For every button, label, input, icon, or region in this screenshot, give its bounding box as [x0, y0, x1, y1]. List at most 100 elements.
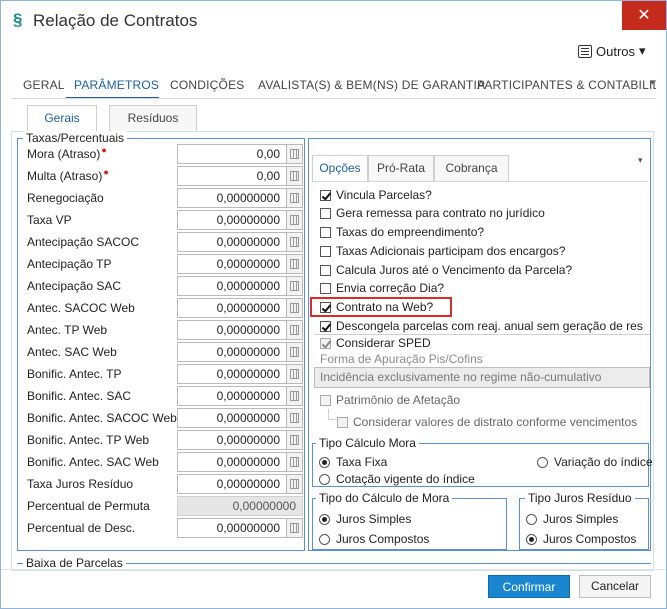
tab-participantes[interactable]: PARTICIPANTES & CONTABILIDADE [477, 78, 656, 92]
calculator-icon [290, 303, 299, 313]
calculator-icon [290, 215, 299, 225]
tab-cobranca[interactable]: Cobrança [434, 155, 509, 181]
confirm-button[interactable]: Confirmar [488, 575, 570, 598]
calculator-button[interactable] [286, 210, 303, 230]
taxa-juros-residuo-input[interactable]: 0,00000000 [177, 474, 287, 494]
taxa-vp-input[interactable]: 0,00000000 [177, 210, 287, 230]
radio-juros-compostos-residuo[interactable]: Juros Compostos [526, 530, 636, 548]
calculator-button[interactable] [286, 232, 303, 252]
calculator-button[interactable] [286, 166, 303, 186]
antec-tp-web-input[interactable]: 0,00000000 [177, 320, 287, 340]
renegociacao-input[interactable]: 0,00000000 [177, 188, 287, 208]
percentual-desc-input[interactable]: 0,00000000 [177, 518, 287, 538]
multa-input[interactable]: 0,00 [177, 166, 287, 186]
mora-input[interactable]: 0,00 [177, 144, 287, 164]
field-percentual-desc: Percentual de Desc. 0,00000000 [27, 518, 303, 538]
tree-line [328, 419, 336, 420]
bonific-antec-sac-input[interactable]: 0,00000000 [177, 386, 287, 406]
checkbox[interactable] [320, 337, 331, 349]
field-label: Renegociação [27, 191, 104, 205]
tab-condicoes[interactable]: CONDIÇÕES [170, 78, 244, 92]
calculator-button[interactable] [286, 342, 303, 362]
outros-menu-button[interactable]: Outros ▾ [578, 42, 646, 60]
bonific-antec-sacoc-web-input[interactable]: 0,00000000 [177, 408, 287, 428]
tab-geral[interactable]: GERAL [23, 78, 65, 92]
option-taxas-empreendimento[interactable]: Taxas do empreendimento? [320, 223, 484, 241]
option-taxas-adicionais[interactable]: Taxas Adicionais participam dos encargos… [320, 242, 565, 260]
radio-button[interactable] [319, 473, 330, 485]
radio-juros-compostos-mora[interactable]: Juros Compostos [319, 530, 429, 548]
calculator-button[interactable] [286, 144, 303, 164]
checkbox[interactable] [320, 282, 331, 294]
option-label: Calcula Juros até o Vencimento da Parcel… [336, 263, 573, 277]
option-patrimonio-afetacao[interactable]: Patrimônio de Afetação [320, 391, 460, 409]
close-window-button[interactable]: ✕ [622, 1, 666, 30]
checkbox[interactable] [320, 207, 331, 219]
antecipacao-sacoc-input[interactable]: 0,00000000 [177, 232, 287, 252]
calculator-button[interactable] [286, 320, 303, 340]
calculator-button[interactable] [286, 408, 303, 428]
calculator-button[interactable] [286, 188, 303, 208]
tab-opcoes[interactable]: Opções [312, 155, 368, 181]
option-gera-remessa[interactable]: Gera remessa para contrato no jurídico [320, 204, 545, 222]
option-descongela-parcelas[interactable]: Descongela parcelas com reaj. anual sem … [320, 317, 643, 335]
checkbox[interactable] [320, 226, 331, 238]
tab-pro-rata[interactable]: Pró-Rata [368, 155, 434, 181]
antec-sac-web-input[interactable]: 0,00000000 [177, 342, 287, 362]
bonific-antec-sac-web-input[interactable]: 0,00000000 [177, 452, 287, 472]
cancel-button[interactable]: Cancelar [579, 575, 651, 598]
calculator-button[interactable] [286, 474, 303, 494]
option-considerar-distrato[interactable]: Considerar valores de distrato conforme … [337, 413, 637, 431]
radio-button[interactable] [319, 456, 330, 468]
radio-button[interactable] [537, 456, 548, 468]
required-marker: ● [103, 167, 109, 177]
calculator-button[interactable] [286, 518, 303, 538]
calculator-button[interactable] [286, 254, 303, 274]
checkbox[interactable] [320, 245, 331, 257]
checkbox[interactable] [320, 320, 331, 332]
footer-divider [1, 569, 666, 570]
calculator-button[interactable] [286, 430, 303, 450]
tabs-scroll-icon[interactable]: ▾ [650, 77, 655, 88]
option-envia-correcao[interactable]: Envia correção Dia? [320, 279, 444, 297]
forma-apuracao-select[interactable]: Incidência exclusivamente no regime não-… [314, 367, 650, 388]
tab-parametros[interactable]: PARÂMETROS [74, 78, 159, 92]
tab-avalistas[interactable]: AVALISTA(S) & BEM(NS) DE GARANTIA [258, 78, 485, 92]
calculator-button[interactable] [286, 386, 303, 406]
radio-juros-simples-mora[interactable]: Juros Simples [319, 510, 411, 528]
calculator-button[interactable] [286, 298, 303, 318]
radio-button[interactable] [319, 513, 330, 525]
close-icon: ✕ [637, 7, 651, 24]
radio-button[interactable] [526, 513, 537, 525]
calculator-button[interactable] [286, 276, 303, 296]
active-tab-indicator [66, 97, 159, 98]
field-bonific-antec-sacoc-web: Bonific. Antec. SACOC Web 0,00000000 [27, 408, 303, 428]
tipo-do-calculo-mora-legend: Tipo do Cálculo de Mora [316, 491, 453, 505]
checkbox[interactable] [320, 189, 331, 201]
options-tabs-scroll-icon[interactable]: ▾ [638, 155, 643, 166]
radio-taxa-fixa[interactable]: Taxa Fixa [319, 453, 387, 471]
checkbox[interactable] [320, 394, 331, 406]
radio-button[interactable] [319, 533, 330, 545]
radio-variacao-indice[interactable]: Variação do índice [537, 453, 653, 471]
option-calcula-juros[interactable]: Calcula Juros até o Vencimento da Parcel… [320, 261, 572, 279]
antec-sacoc-web-input[interactable]: 0,00000000 [177, 298, 287, 318]
option-vincula-parcelas[interactable]: Vincula Parcelas? [320, 186, 432, 204]
tab-gerais[interactable]: Gerais [27, 105, 97, 131]
checkbox[interactable] [320, 264, 331, 276]
calculator-button[interactable] [286, 364, 303, 384]
antecipacao-sac-input[interactable]: 0,00000000 [177, 276, 287, 296]
bonific-antec-tp-input[interactable]: 0,00000000 [177, 364, 287, 384]
option-label: Taxas do empreendimento? [336, 225, 485, 239]
title-bar: § Relação de Contratos ✕ [1, 1, 666, 41]
checkbox[interactable] [337, 416, 348, 428]
tab-residuos[interactable]: Resíduos [109, 105, 197, 131]
calculator-button[interactable] [286, 452, 303, 472]
bonific-antec-tp-web-input[interactable]: 0,00000000 [177, 430, 287, 450]
radio-button[interactable] [526, 533, 537, 545]
option-considerar-sped[interactable]: Considerar SPED [320, 334, 431, 352]
radio-cotacao-vigente[interactable]: Cotação vigente do índice [319, 470, 475, 488]
highlight-box [310, 297, 452, 317]
antecipacao-tp-input[interactable]: 0,00000000 [177, 254, 287, 274]
radio-juros-simples-residuo[interactable]: Juros Simples [526, 510, 618, 528]
